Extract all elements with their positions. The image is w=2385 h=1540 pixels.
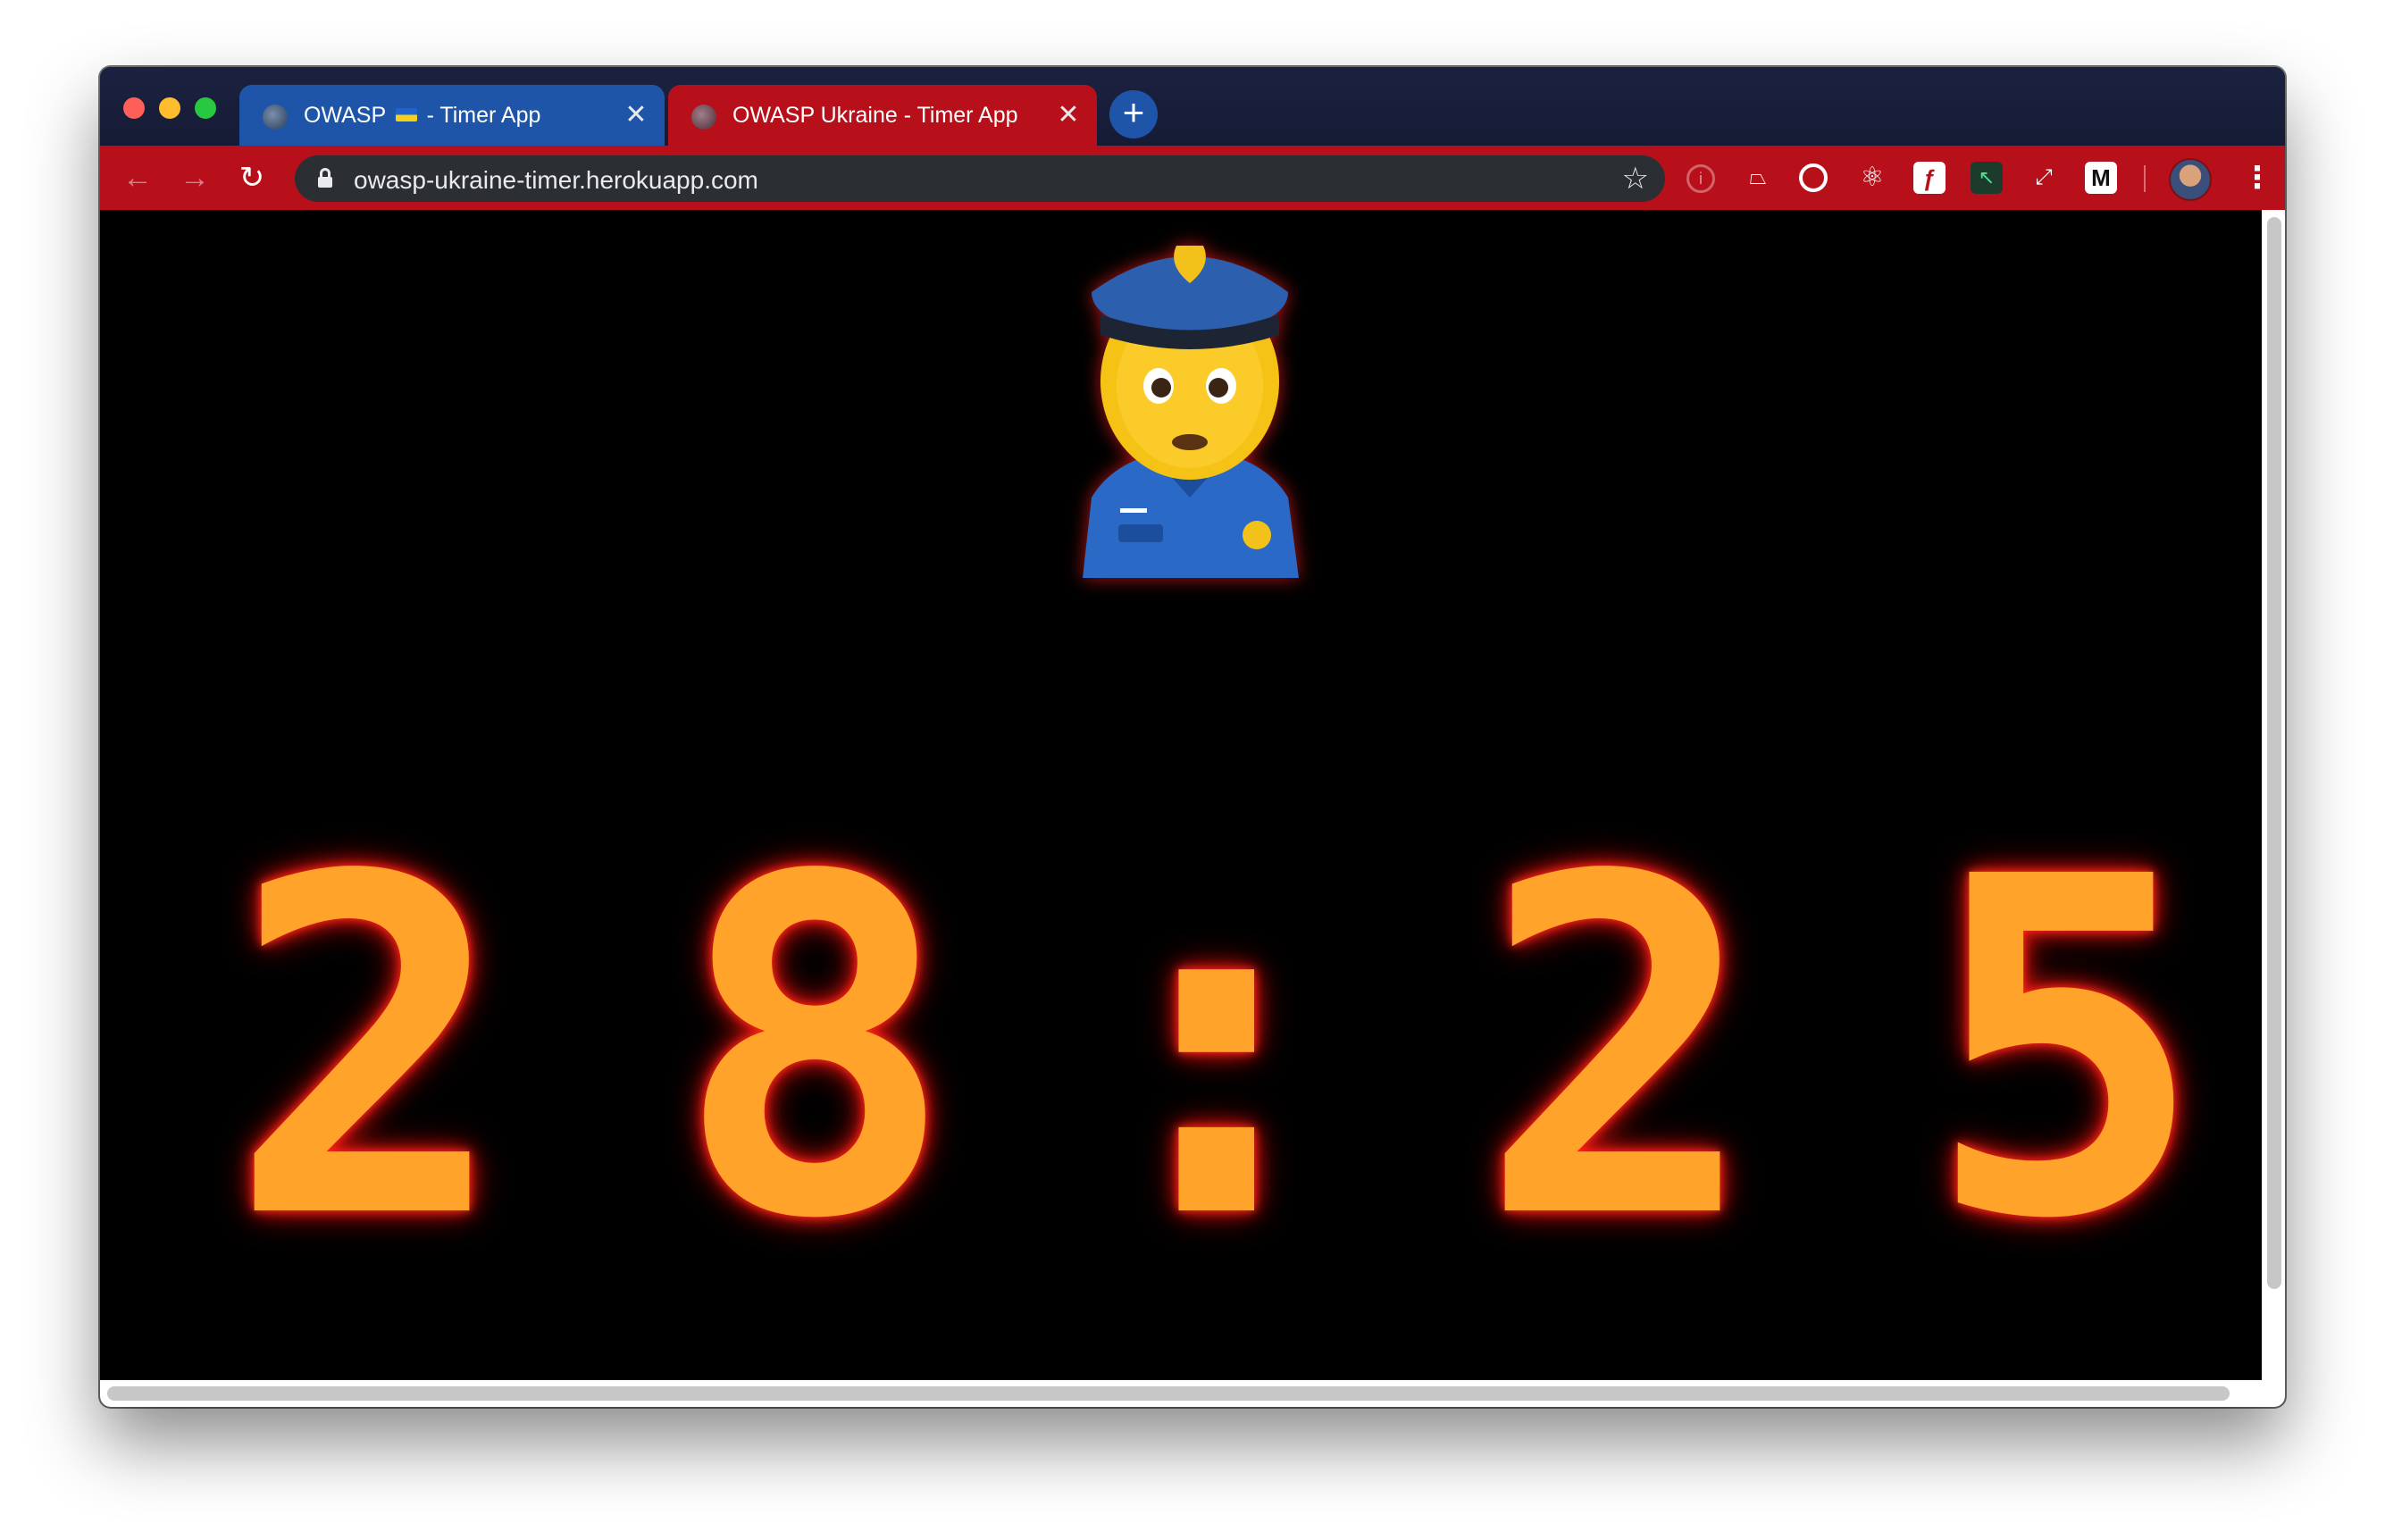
zoom-window-button[interactable]	[195, 97, 216, 119]
back-arrow-icon[interactable]: ←	[118, 158, 157, 197]
react-devtools-icon[interactable]: ⚛	[1856, 162, 1888, 194]
browser-toolbar: ← → ↻ owasp-ukraine-timer.herokuapp.com …	[100, 146, 2285, 210]
close-tab-icon[interactable]: ✕	[1054, 101, 1083, 130]
target-icon[interactable]	[1799, 163, 1828, 192]
address-bar[interactable]: owasp-ukraine-timer.herokuapp.com ☆	[295, 155, 1665, 202]
timer-seconds-tens: 2	[1478, 779, 1759, 1320]
timer-seconds-ones: 5	[1925, 779, 2205, 1320]
browser-window: OWASP - Timer App ✕ OWASP Ukraine - Time…	[100, 67, 2285, 1407]
tab-owasp-ukraine-timer[interactable]: OWASP Ukraine - Timer App ✕	[668, 85, 1097, 146]
tab-owasp-timer[interactable]: OWASP - Timer App ✕	[239, 85, 665, 146]
countdown-timer: 2 8 : 2 5	[163, 799, 2271, 1300]
tab-strip: OWASP - Timer App ✕ OWASP Ukraine - Time…	[100, 67, 2285, 146]
url-text[interactable]: owasp-ukraine-timer.herokuapp.com	[354, 166, 758, 195]
tab-title: OWASP Ukraine - Timer App	[732, 103, 1018, 128]
police-officer-icon	[1083, 246, 1299, 578]
page-viewport: 2 8 : 2 5	[100, 210, 2285, 1407]
bookmark-star-icon[interactable]: ☆	[1622, 161, 1649, 197]
horizontal-scrollbar-track	[100, 1380, 2285, 1407]
globe-icon	[263, 105, 288, 130]
1password-icon[interactable]: i	[1686, 164, 1715, 193]
timer-separator: :	[1076, 779, 1357, 1320]
minimize-window-button[interactable]	[159, 97, 180, 119]
profile-avatar[interactable]	[2169, 158, 2212, 201]
globe-icon	[691, 105, 716, 130]
horizontal-scrollbar[interactable]	[107, 1386, 2230, 1401]
feedly-icon[interactable]: ƒ	[1913, 162, 1946, 194]
reload-icon[interactable]: ↻	[232, 158, 272, 197]
vertical-scrollbar[interactable]	[2267, 217, 2281, 1289]
forward-arrow-icon[interactable]: →	[175, 158, 214, 197]
cursor-icon[interactable]: ↖	[1971, 162, 2003, 194]
toolbar-divider	[2144, 165, 2146, 192]
vertical-scrollbar-track	[2262, 210, 2285, 1380]
tab-title: OWASP - Timer App	[304, 103, 541, 128]
tampermonkey-icon[interactable]: ⏢	[1742, 162, 1774, 194]
kebab-menu-icon[interactable]: ⋮	[2242, 158, 2272, 197]
timer-minutes-ones: 8	[674, 779, 955, 1320]
ukraine-flag-icon	[395, 107, 417, 121]
close-window-button[interactable]	[123, 97, 145, 119]
new-tab-button[interactable]: +	[1109, 90, 1158, 138]
telescope-icon[interactable]: ⤢	[2028, 162, 2060, 194]
timer-minutes-tens: 2	[228, 779, 508, 1320]
medium-icon[interactable]: M	[2085, 162, 2117, 194]
close-tab-icon[interactable]: ✕	[622, 101, 650, 130]
lock-icon	[318, 168, 332, 188]
